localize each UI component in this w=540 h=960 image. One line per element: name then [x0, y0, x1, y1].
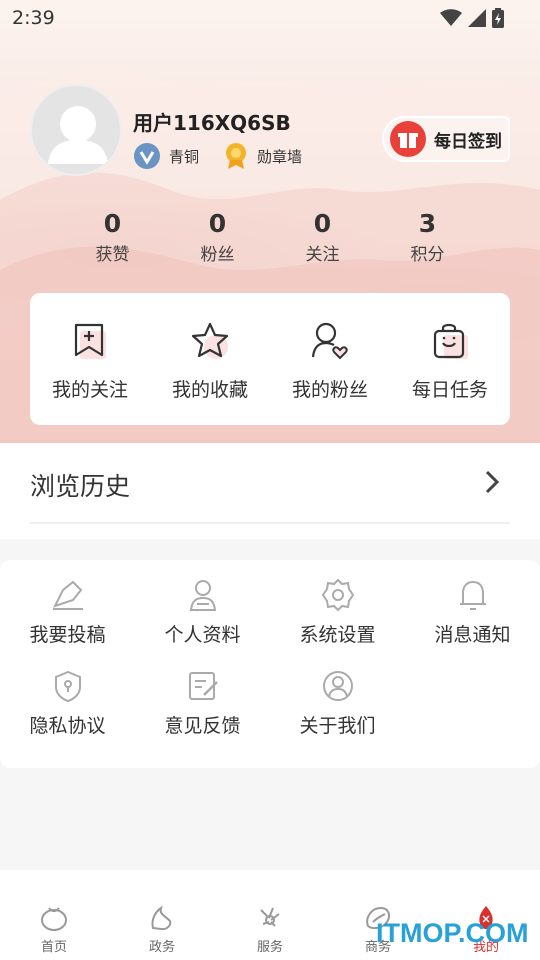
grid-label: 隐私协议 [29, 715, 106, 737]
gift-icon [390, 121, 426, 157]
browse-history-row[interactable]: 浏览历史 [0, 443, 540, 539]
gov-icon [151, 905, 172, 931]
grid-label: 个人资料 [164, 624, 241, 646]
settings-grid: 我要投稿 个人资料 系统设置 消息通知 隐私协议 意见反馈 关于我们 [0, 560, 540, 768]
stat-points[interactable]: 3 积分 [375, 206, 480, 268]
settings-icon [321, 578, 354, 612]
avatar[interactable] [30, 84, 122, 176]
quick-my-following[interactable]: 我的关注 [30, 293, 150, 425]
quick-my-fans[interactable]: 我的粉丝 [270, 293, 390, 425]
home-icon [41, 907, 67, 931]
user-heart-icon [311, 322, 348, 360]
stat-label: 获赞 [95, 245, 130, 265]
quick-label: 我的关注 [51, 379, 128, 401]
medal-icon [226, 143, 247, 169]
grid-feedback[interactable]: 意见反馈 [135, 669, 270, 738]
grid-notifications[interactable]: 消息通知 [405, 578, 540, 647]
quick-actions-card: 我的关注 我的收藏 我的粉丝 每日任务 [30, 293, 510, 425]
user-icon [189, 580, 216, 611]
tab-label: 政务 [148, 940, 175, 955]
service-icon [260, 907, 280, 927]
bell-icon [459, 580, 486, 610]
medal-label: 勋章墙 [257, 147, 303, 166]
tab-home[interactable]: 首页 [0, 870, 108, 960]
default-avatar-icon [48, 106, 108, 164]
tab-label: 服务 [256, 940, 283, 955]
level-badge[interactable]: 青铜 [133, 142, 199, 170]
stat-value: 0 [103, 209, 122, 238]
shopping-bag-icon [433, 323, 468, 359]
quick-my-favorites[interactable]: 我的收藏 [150, 293, 270, 425]
quick-label: 我的收藏 [171, 379, 248, 401]
chevron-right-icon [485, 470, 500, 494]
quick-label: 我的粉丝 [291, 379, 368, 401]
stat-fans[interactable]: 0 粉丝 [165, 206, 270, 268]
status-icons [440, 8, 504, 28]
stat-value: 3 [418, 209, 437, 238]
bookmark-plus-icon [74, 323, 106, 359]
tab-label: 首页 [40, 940, 67, 955]
divider [30, 522, 510, 524]
username: 用户116XQ6SB [133, 111, 291, 135]
signal-icon [468, 9, 486, 27]
battery-icon [492, 8, 504, 28]
stat-following[interactable]: 0 关注 [270, 206, 375, 268]
status-time: 2:39 [12, 7, 55, 29]
grid-label: 我要投稿 [29, 624, 106, 646]
quick-label: 每日任务 [411, 379, 488, 401]
star-icon [191, 322, 229, 359]
history-label: 浏览历史 [30, 472, 131, 501]
stat-label: 关注 [305, 245, 340, 265]
grid-label: 系统设置 [299, 624, 376, 646]
feedback-icon [188, 672, 218, 700]
daily-checkin-button[interactable]: 每日签到 [382, 116, 510, 162]
tab-service[interactable]: 服务 [216, 870, 324, 960]
grid-label: 消息通知 [434, 624, 511, 646]
level-icon [134, 143, 160, 169]
status-bar: 2:39 [0, 0, 540, 38]
tab-gov[interactable]: 政务 [108, 870, 216, 960]
grid-profile[interactable]: 个人资料 [135, 578, 270, 647]
badge-row: 青铜 勋章墙 [133, 142, 326, 170]
stat-label: 积分 [410, 245, 445, 265]
checkin-label: 每日签到 [434, 131, 502, 152]
grid-settings[interactable]: 系统设置 [270, 578, 405, 647]
stats-row: 0 获赞 0 粉丝 0 关注 3 积分 [60, 206, 480, 268]
stat-label: 粉丝 [200, 245, 235, 265]
stat-likes[interactable]: 0 获赞 [60, 206, 165, 268]
about-icon [322, 671, 353, 701]
edit-icon [52, 580, 83, 610]
grid-label: 关于我们 [299, 715, 376, 737]
shield-icon [54, 670, 81, 703]
grid-privacy[interactable]: 隐私协议 [0, 669, 135, 738]
grid-submit[interactable]: 我要投稿 [0, 578, 135, 647]
watermark: ITMOP.COM [376, 918, 529, 948]
medal-wall[interactable]: 勋章墙 [223, 142, 302, 170]
wifi-icon [440, 9, 462, 26]
stat-value: 0 [208, 209, 227, 238]
grid-label: 意见反馈 [164, 715, 241, 737]
stat-value: 0 [313, 209, 332, 238]
level-label: 青铜 [169, 147, 200, 166]
quick-daily-tasks[interactable]: 每日任务 [390, 293, 510, 425]
grid-about[interactable]: 关于我们 [270, 669, 405, 738]
